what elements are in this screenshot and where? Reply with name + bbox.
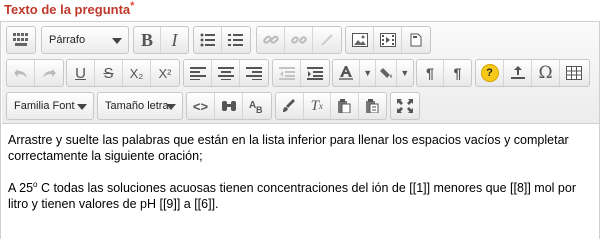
rtl-button[interactable]: ¶ xyxy=(444,60,471,86)
chevron-down-icon xyxy=(112,38,122,44)
help-icon: ? xyxy=(480,64,499,82)
indent-icon[interactable] xyxy=(301,60,329,86)
find-icon[interactable] xyxy=(215,93,243,119)
font-size-value: Tamaño letra xyxy=(105,100,169,112)
clear-formatting-icon[interactable] xyxy=(276,93,304,119)
rtl-label: ¶ xyxy=(453,65,462,81)
redo-icon[interactable] xyxy=(35,60,63,86)
list-group xyxy=(193,26,251,54)
anchor-icon[interactable] xyxy=(313,27,341,53)
outdent-icon[interactable] xyxy=(273,60,301,86)
link-group xyxy=(256,26,342,54)
rich-text-editor: Párrafo B I U S X₂ X² ▼ ▼ ¶ ¶ ? Ω Famili… xyxy=(0,21,600,239)
fullscreen-group xyxy=(390,92,420,120)
media-group xyxy=(345,26,431,54)
question-text-label: Texto de la pregunta* xyxy=(4,0,135,17)
paste-text-icon[interactable] xyxy=(331,93,359,119)
font-family-value: Familia Font xyxy=(14,100,75,112)
replace-icon[interactable]: AB xyxy=(243,93,271,119)
indent-group xyxy=(272,59,330,87)
required-marker: * xyxy=(130,0,135,12)
ltr-label: ¶ xyxy=(426,65,434,81)
file-manager-icon[interactable] xyxy=(402,27,430,53)
align-right-icon[interactable] xyxy=(240,60,268,86)
p2-before: A 25 xyxy=(8,181,34,196)
script-group: U S X₂ X² xyxy=(66,59,180,87)
table-icon[interactable] xyxy=(560,60,588,86)
clean-group: Tx xyxy=(275,92,387,120)
fullscreen-icon[interactable] xyxy=(391,93,419,119)
format-dropdown[interactable]: Párrafo xyxy=(41,26,129,54)
p2-after: C todas las soluciones acuosas tienen co… xyxy=(8,181,576,212)
font-family-dropdown[interactable]: Familia Font xyxy=(6,92,94,120)
editor-content[interactable]: Arrastre y suelte las palabras que están… xyxy=(8,132,588,225)
align-center-icon[interactable] xyxy=(212,60,240,86)
question-text-label-text: Texto de la pregunta xyxy=(4,2,131,17)
ltr-button[interactable]: ¶ xyxy=(417,60,445,86)
insert-equation-icon[interactable] xyxy=(504,60,532,86)
history-group xyxy=(6,59,64,87)
special-character-button[interactable]: Ω xyxy=(532,60,560,86)
text-style-group: B I xyxy=(133,26,189,54)
toolbar-toggle-icon[interactable] xyxy=(7,27,35,53)
svg-text:B: B xyxy=(256,105,263,113)
chevron-down-icon xyxy=(166,104,176,110)
link-icon[interactable] xyxy=(257,27,285,53)
background-color-dropdown-icon[interactable]: ▼ xyxy=(397,60,413,86)
content-paragraph-1: Arrastre y suelte las palabras que están… xyxy=(8,133,569,163)
numbered-list-icon[interactable] xyxy=(222,27,250,53)
code-view-icon[interactable]: <> xyxy=(187,93,215,119)
font-size-dropdown[interactable]: Tamaño letra xyxy=(97,92,183,120)
remove-format-icon[interactable]: Tx xyxy=(304,93,331,119)
bulleted-list-icon[interactable] xyxy=(194,27,222,53)
subscript-button[interactable]: X₂ xyxy=(123,60,151,86)
toolbar-toggle-group xyxy=(6,26,36,54)
content-paragraph-2: A 25o C todas las soluciones acuosas tie… xyxy=(8,177,588,212)
paste-word-icon[interactable] xyxy=(359,93,386,119)
strikethrough-button[interactable]: S xyxy=(95,60,123,86)
background-color-icon[interactable] xyxy=(376,60,397,86)
align-group xyxy=(183,59,269,87)
chevron-down-icon xyxy=(77,104,87,110)
bold-button[interactable]: B xyxy=(134,27,162,53)
edit-tools-group: <> AB xyxy=(186,92,272,120)
underline-button[interactable]: U xyxy=(67,60,95,86)
direction-group: ¶ ¶ xyxy=(416,59,472,87)
align-left-icon[interactable] xyxy=(184,60,212,86)
insert-group: ? Ω xyxy=(475,59,590,87)
undo-icon[interactable] xyxy=(7,60,35,86)
image-icon[interactable] xyxy=(346,27,374,53)
color-group: ▼ ▼ xyxy=(332,59,414,87)
editor-toolbar: Párrafo B I U S X₂ X² ▼ ▼ ¶ ¶ ? Ω Famili… xyxy=(2,22,599,124)
text-color-dropdown-icon[interactable]: ▼ xyxy=(360,60,377,86)
unlink-icon[interactable] xyxy=(285,27,313,53)
text-color-icon[interactable] xyxy=(333,60,360,86)
media-icon[interactable] xyxy=(374,27,402,53)
superscript-button[interactable]: X² xyxy=(151,60,179,86)
italic-button[interactable]: I xyxy=(161,27,188,53)
format-dropdown-value: Párrafo xyxy=(49,34,86,46)
help-button[interactable]: ? xyxy=(476,60,504,86)
